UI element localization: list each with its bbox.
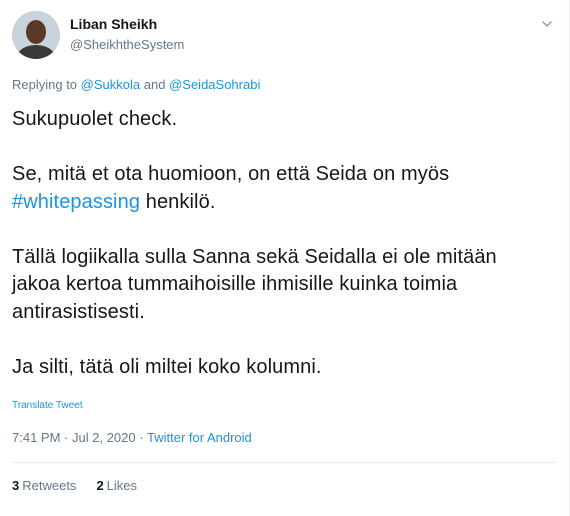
- likes-count: 2: [96, 478, 104, 493]
- tweet-text-line: Se, mitä et ota huomioon, on että Seida …: [12, 163, 450, 185]
- tweet-text-line: antirasistisesti.: [12, 300, 145, 323]
- tweet-card: Liban Sheikh @SheikhtheSystem Replying t…: [0, 0, 570, 516]
- retweets-label: Retweets: [22, 478, 77, 493]
- divider: [12, 462, 557, 463]
- chevron-down-icon[interactable]: [539, 16, 555, 32]
- replying-joiner: and: [143, 77, 166, 92]
- tweet-paragraph-3: Tällä logiikalla sulla Sanna sekä Seidal…: [12, 244, 552, 327]
- tweet-paragraph-4: Ja silti, tätä oli miltei koko kolumni.: [12, 355, 322, 378]
- mention-link-seidasohrabi[interactable]: @SeidaSohrabi: [169, 77, 260, 92]
- tweet-meta: 7:41 PM · Jul 2, 2020 · Twitter for Andr…: [12, 430, 252, 445]
- tweet-text: Sukupuolet check. Se, mitä et ota huomio…: [12, 106, 552, 381]
- avatar[interactable]: [12, 11, 60, 59]
- replying-to: Replying to @Sukkola and @SeidaSohrabi: [12, 77, 260, 92]
- meta-separator: ·: [64, 430, 69, 445]
- hashtag-link[interactable]: #whitepassing: [12, 191, 140, 213]
- author-name[interactable]: Liban Sheikh: [70, 16, 157, 32]
- retweets-stat[interactable]: 3 Retweets: [12, 478, 76, 493]
- tweet-paragraph-1: Sukupuolet check.: [12, 108, 178, 130]
- likes-label: Likes: [106, 478, 138, 493]
- tweet-text-line: henkilö.: [145, 190, 216, 213]
- meta-separator: ·: [139, 430, 144, 445]
- tweet-text-line: jakoa kertoa tummaihoisille ihmisille ku…: [12, 273, 458, 295]
- tweet-source-link[interactable]: Twitter for Android: [147, 430, 252, 445]
- tweet-text-line: Tällä logiikalla sulla Sanna sekä Seidal…: [12, 245, 497, 268]
- retweets-count: 3: [12, 478, 20, 493]
- translate-tweet-link[interactable]: Translate Tweet: [12, 400, 83, 411]
- replying-prefix: Replying to: [12, 77, 78, 92]
- tweet-date[interactable]: Jul 2, 2020: [72, 430, 136, 445]
- mention-link-sukkola[interactable]: @Sukkola: [81, 77, 140, 92]
- author-handle[interactable]: @SheikhtheSystem: [70, 37, 184, 52]
- tweet-time[interactable]: 7:41 PM: [12, 430, 60, 445]
- tweet-paragraph-2: Se, mitä et ota huomioon, on että Seida …: [12, 161, 552, 216]
- likes-stat[interactable]: 2 Likes: [96, 478, 137, 493]
- tweet-stats: 3 Retweets 2 Likes: [12, 478, 137, 493]
